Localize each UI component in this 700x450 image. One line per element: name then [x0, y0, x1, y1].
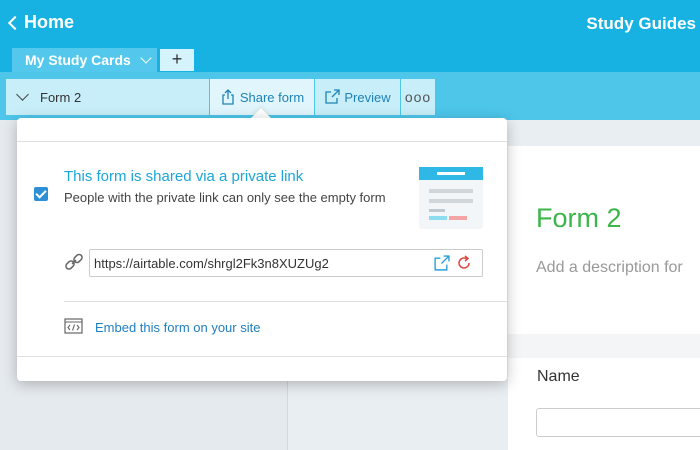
popover-divider: [64, 301, 507, 302]
external-link-icon: [325, 89, 341, 104]
name-field-input[interactable]: [536, 408, 700, 437]
share-url-field[interactable]: https://airtable.com/shrgl2Fk3n8XUZUg2: [89, 249, 483, 277]
form-preview-card: [508, 146, 700, 450]
popover-divider: [17, 141, 507, 142]
view-switcher[interactable]: Form 2: [6, 79, 209, 115]
home-label: Home: [24, 12, 75, 32]
link-icon: [65, 253, 83, 270]
view-name: Form 2: [40, 89, 82, 105]
table-tab-row: My Study Cards +: [0, 48, 700, 72]
more-options-button[interactable]: ooo: [401, 79, 435, 115]
shared-link-description: People with the private link can only se…: [64, 190, 386, 205]
top-bar: Home Study Guides: [0, 0, 700, 48]
chevron-left-icon: [7, 15, 23, 31]
add-table-button[interactable]: +: [160, 49, 194, 71]
share-form-label: Share form: [239, 89, 305, 105]
field-label-name: Name: [537, 368, 580, 385]
popover-divider: [17, 356, 507, 357]
form-description-placeholder[interactable]: Add a description for: [536, 259, 683, 277]
share-icon: [222, 89, 234, 105]
preview-button[interactable]: Preview: [315, 79, 400, 115]
embed-form-link[interactable]: Embed this form on your site: [95, 320, 260, 335]
chevron-down-icon: [16, 88, 29, 101]
base-title: Study Guides: [586, 14, 696, 33]
form-thumbnail-illustration: [419, 167, 483, 229]
form-section-divider: [508, 334, 700, 358]
form-title[interactable]: Form 2: [536, 203, 622, 234]
view-controls: Form 2 Share form Preview ooo: [6, 79, 435, 115]
table-tab-active[interactable]: My Study Cards: [12, 48, 157, 72]
open-external-icon[interactable]: [433, 255, 450, 272]
table-tab-label: My Study Cards: [25, 52, 131, 68]
code-embed-icon: [64, 318, 83, 334]
home-back-button[interactable]: Home: [7, 12, 75, 33]
view-bar: Form 2 Share form Preview ooo: [0, 72, 700, 120]
preview-label: Preview: [344, 89, 391, 105]
private-link-checkbox[interactable]: [34, 187, 48, 201]
share-form-popover: This form is shared via a private link P…: [17, 118, 507, 381]
share-url-text: https://airtable.com/shrgl2Fk3n8XUZUg2: [94, 256, 329, 271]
shared-link-heading: This form is shared via a private link: [64, 168, 304, 185]
refresh-icon[interactable]: [456, 255, 472, 271]
chevron-down-icon: [140, 52, 152, 64]
